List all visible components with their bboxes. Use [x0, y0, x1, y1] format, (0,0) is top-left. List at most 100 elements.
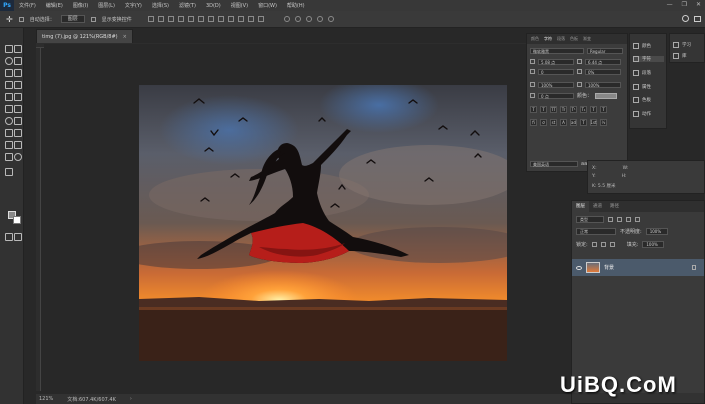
tab-channels[interactable]: 通道 [589, 201, 606, 212]
faux-bold-button[interactable]: T [530, 106, 537, 113]
layer-row-background[interactable]: 背景 [572, 259, 704, 276]
tab-character[interactable]: 字符 [544, 36, 552, 42]
align-vcenter-icon[interactable] [157, 16, 164, 22]
distribute-vcenter-icon[interactable] [217, 16, 224, 22]
filter-shape-icon[interactable] [635, 217, 640, 222]
canvas-image[interactable] [139, 85, 507, 361]
filter-type-icon[interactable] [626, 217, 631, 222]
side-item-properties[interactable]: 属性 [633, 84, 651, 90]
screen-mode-icon[interactable] [14, 233, 22, 241]
vertical-scale-field[interactable]: 100% [538, 81, 574, 88]
dodge-tool-icon[interactable] [14, 117, 22, 125]
gradient-tool-icon[interactable] [14, 105, 22, 113]
underline-button[interactable]: T [590, 106, 597, 113]
font-family-select[interactable]: 微软雅黑 [530, 47, 584, 54]
healing-brush-tool-icon[interactable] [5, 81, 13, 89]
titling-alternates-button[interactable]: T [580, 119, 587, 126]
side-item-swatches[interactable]: 色板 [633, 97, 651, 103]
blur-tool-icon[interactable] [5, 117, 13, 125]
move-tool-icon[interactable]: ✛ [6, 15, 13, 24]
auto-select-checkbox[interactable] [18, 16, 24, 22]
distribute-bottom-icon[interactable] [227, 16, 234, 22]
workspace-icon[interactable] [694, 16, 701, 22]
tab-paths[interactable]: 路径 [606, 201, 623, 212]
3d-roll-icon[interactable] [294, 16, 301, 22]
minimize-button[interactable]: — [667, 1, 673, 8]
strikethrough-button[interactable]: T [600, 106, 607, 113]
filter-pixel-icon[interactable] [608, 217, 613, 222]
path-select-tool-icon[interactable] [5, 141, 13, 149]
side-item-actions[interactable]: 动作 [633, 111, 651, 117]
artboard-tool-icon[interactable] [14, 45, 22, 53]
subscript-button[interactable]: T₁ [580, 106, 587, 113]
eyedropper-tool-icon[interactable] [14, 69, 22, 77]
baseline-shift-field[interactable]: 0 点 [538, 92, 574, 99]
eraser-tool-icon[interactable] [5, 105, 13, 113]
language-select[interactable]: 美国英语 [530, 160, 578, 167]
pen-tool-icon[interactable] [5, 129, 13, 137]
tab-paragraph[interactable]: 段落 [557, 36, 565, 42]
tab-layers[interactable]: 图层 [572, 201, 589, 212]
all-caps-button[interactable]: TT [550, 106, 557, 113]
small-caps-button[interactable]: Tr [560, 106, 567, 113]
type-tool-icon[interactable] [14, 129, 22, 137]
tracking-field[interactable]: 0% [585, 68, 621, 75]
stylistic-alternates-button[interactable]: ad [570, 119, 577, 126]
menu-edit[interactable]: 编辑(E) [41, 2, 68, 9]
horizontal-scale-field[interactable]: 100% [585, 81, 621, 88]
close-tab-icon[interactable]: × [123, 34, 127, 40]
clone-stamp-tool-icon[interactable] [5, 93, 13, 101]
leading-field[interactable]: 6.44 点 [585, 58, 621, 65]
maximize-button[interactable]: ❐ [682, 1, 687, 8]
fill-field[interactable]: 100% [642, 241, 665, 248]
status-menu-arrow-icon[interactable]: › [130, 396, 132, 402]
menu-type[interactable]: 文字(Y) [120, 2, 147, 9]
show-transform-checkbox[interactable] [90, 16, 96, 22]
side-item-color[interactable]: 颜色 [633, 43, 651, 49]
crop-tool-icon[interactable] [5, 69, 13, 77]
ordinals-button[interactable]: 1st [590, 119, 597, 126]
menu-view[interactable]: 视图(V) [226, 2, 253, 9]
align-top-icon[interactable] [147, 16, 154, 22]
discretionary-ligature-button[interactable]: st [550, 119, 557, 126]
swash-button[interactable]: A [560, 119, 567, 126]
kerning-field[interactable]: 0 [538, 68, 574, 75]
zoom-level[interactable]: 121% [39, 396, 53, 402]
3d-orbit-icon[interactable] [283, 16, 290, 22]
menu-layer[interactable]: 图层(L) [93, 2, 120, 9]
menu-select[interactable]: 选择(S) [147, 2, 174, 9]
blend-mode-select[interactable]: 正常 [576, 228, 616, 235]
distribute-top-icon[interactable] [207, 16, 214, 22]
ligature-button[interactable]: fi [530, 119, 537, 126]
align-bottom-icon[interactable] [167, 16, 174, 22]
distribute-left-icon[interactable] [237, 16, 244, 22]
align-hcenter-icon[interactable] [187, 16, 194, 22]
menu-window[interactable]: 窗口(W) [253, 2, 282, 9]
side-item-learn[interactable]: 学习 [673, 42, 691, 48]
faux-italic-button[interactable]: T [540, 106, 547, 113]
tab-color[interactable]: 颜色 [531, 36, 539, 42]
lock-pixels-icon[interactable] [591, 242, 597, 247]
tab-gradients[interactable]: 渐变 [583, 36, 591, 42]
menu-file[interactable]: 文件(F) [14, 2, 41, 9]
menu-image[interactable]: 图像(I) [68, 2, 93, 9]
side-item-paragraph[interactable]: 段落 [633, 70, 651, 76]
shape-tool-icon[interactable] [14, 141, 22, 149]
distribute-hcenter-icon[interactable] [247, 16, 254, 22]
lock-all-icon[interactable] [609, 242, 615, 247]
tab-swatches[interactable]: 色板 [570, 36, 578, 42]
3d-pan-icon[interactable] [305, 16, 312, 22]
menu-filter[interactable]: 滤镜(T) [174, 2, 201, 9]
layer-filter-select[interactable]: 类型 [576, 216, 604, 223]
document-tab[interactable]: timg (7).jpg @ 121%(RGB/8#) × [36, 29, 133, 43]
zoom-tool-icon[interactable] [14, 153, 22, 161]
move-tool-icon[interactable] [5, 45, 13, 53]
lasso-tool-icon[interactable] [5, 57, 13, 65]
side-item-libraries[interactable]: 库 [673, 53, 687, 59]
visibility-eye-icon[interactable] [576, 265, 582, 270]
3d-scale-icon[interactable] [327, 16, 334, 22]
align-left-icon[interactable] [177, 16, 184, 22]
font-size-field[interactable]: 5.08 点 [538, 58, 574, 65]
distribute-right-icon[interactable] [257, 16, 264, 22]
search-icon[interactable] [682, 15, 689, 22]
